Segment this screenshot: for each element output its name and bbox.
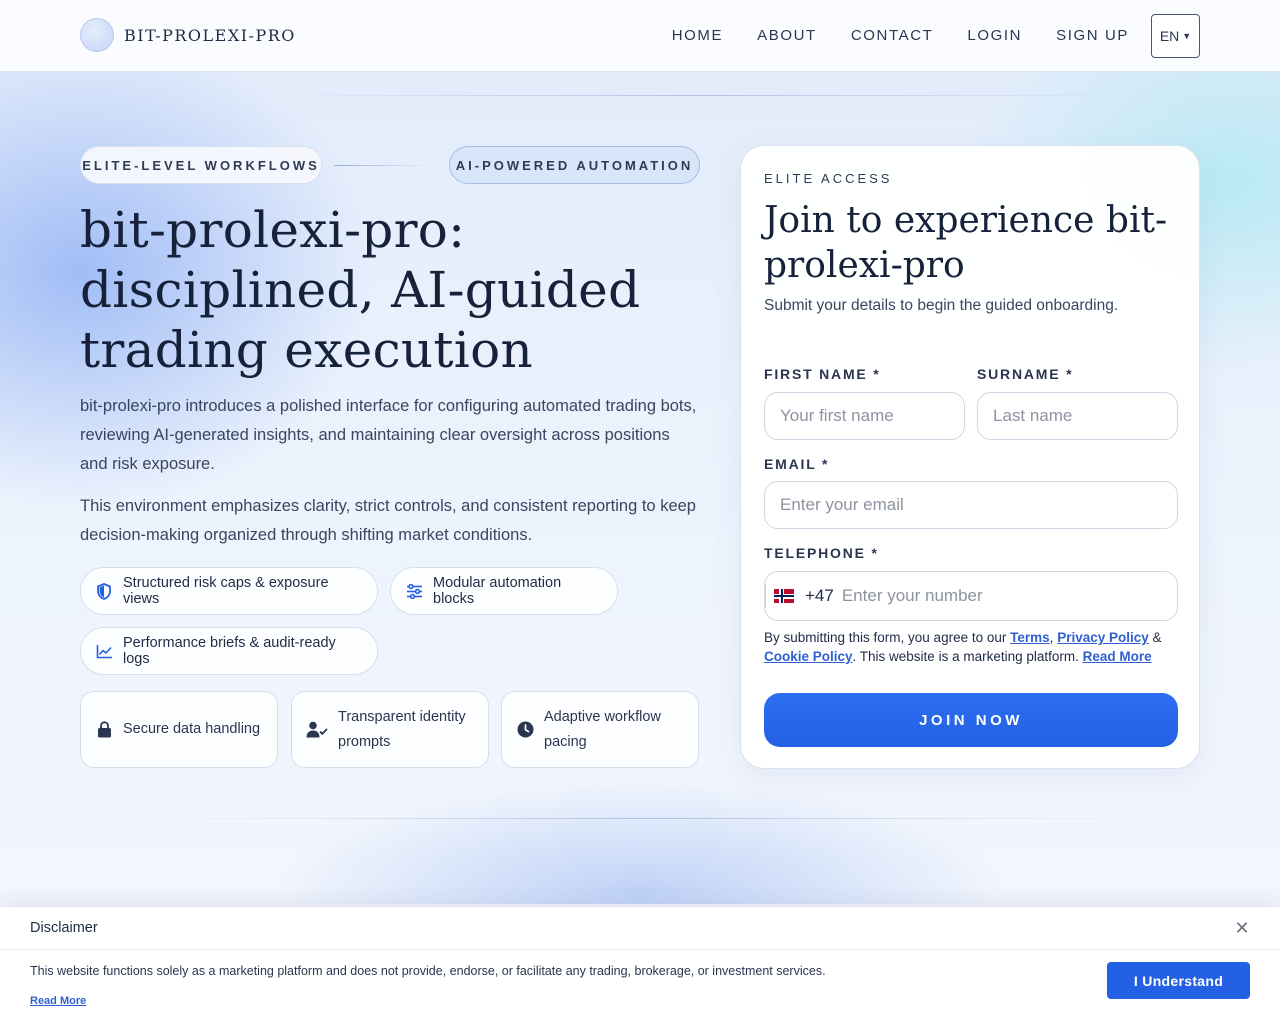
first-name-label: FIRST NAME *: [764, 366, 881, 382]
form-title: Join to experience bit-prolexi-pro: [764, 200, 1168, 286]
close-icon[interactable]: ✕: [1233, 919, 1251, 937]
site-header: BIT-PROLEXI-PRO HOME ABOUT CONTACT LOGIN…: [0, 0, 1280, 72]
main-nav: HOME ABOUT CONTACT LOGIN SIGN UP EN ▼: [672, 14, 1200, 58]
nav-home[interactable]: HOME: [672, 14, 723, 58]
disclaimer-title: Disclaimer: [30, 920, 98, 936]
lock-icon: [95, 721, 113, 739]
line-chart-icon: [95, 642, 113, 660]
telephone-field-wrapper: +47: [764, 571, 1178, 621]
nav-signup[interactable]: SIGN UP: [1056, 14, 1129, 58]
brand-name: BIT-PROLEXI-PRO: [124, 25, 296, 45]
pill-connector-line: [334, 165, 430, 166]
language-selector[interactable]: EN ▼: [1151, 14, 1200, 58]
form-eyebrow: ELITE ACCESS: [764, 171, 893, 186]
join-now-button[interactable]: JOIN NOW: [764, 693, 1178, 747]
consent-ampersand: &: [1152, 630, 1162, 645]
consent-text: By submitting this form, you agree to ou…: [764, 628, 1178, 666]
card-label: Adaptive workflow pacing: [544, 708, 661, 750]
feature-label: Structured risk caps & exposure views: [123, 575, 329, 607]
pill-ai-automation: AI-POWERED AUTOMATION: [449, 146, 700, 184]
email-field[interactable]: [764, 481, 1178, 529]
country-divider: [765, 584, 766, 608]
telephone-label: TELEPHONE *: [764, 545, 879, 561]
privacy-policy-link[interactable]: Privacy Policy: [1057, 630, 1149, 645]
feature-label: Modular automation blocks: [433, 575, 562, 607]
first-name-field[interactable]: [764, 392, 965, 440]
consent-prefix: By submitting this form, you agree to ou…: [764, 630, 1007, 645]
feature-automation-blocks: Modular automation blocks: [390, 567, 618, 615]
feature-label: Performance briefs & audit-ready logs: [123, 635, 336, 667]
disclaimer-text: This website functions solely as a marke…: [30, 964, 826, 978]
disclaimer-header: Disclaimer ✕: [0, 907, 1280, 950]
disclaimer-read-more-link[interactable]: Read More: [30, 995, 86, 1007]
decorative-divider-top: [260, 95, 1140, 96]
disclaimer-banner: Disclaimer ✕ This website functions sole…: [0, 906, 1280, 1024]
surname-label: SURNAME *: [977, 366, 1074, 382]
norway-flag-icon[interactable]: [774, 589, 794, 603]
brand[interactable]: BIT-PROLEXI-PRO: [80, 18, 296, 52]
card-label: Secure data handling: [123, 721, 261, 737]
hero-title: bit-prolexi-pro: disciplined, AI-guided …: [80, 201, 641, 379]
pill-elite-workflows: ELITE-LEVEL WORKFLOWS: [80, 146, 322, 184]
terms-link[interactable]: Terms: [1010, 630, 1050, 645]
user-check-icon: [306, 721, 328, 739]
i-understand-button[interactable]: I Understand: [1107, 962, 1250, 999]
card-workflow-pacing: Adaptive workflow pacing: [501, 691, 699, 768]
brand-logo: [80, 18, 114, 52]
nav-contact[interactable]: CONTACT: [851, 14, 934, 58]
card-identity-prompts: Transparent identity prompts: [291, 691, 489, 768]
dial-code: +47: [805, 586, 834, 605]
decorative-divider-bottom: [140, 818, 1160, 819]
email-label: EMAIL *: [764, 456, 830, 472]
hero-paragraph-1: bit-prolexi-pro introduces a polished in…: [80, 397, 697, 473]
cookie-policy-link[interactable]: Cookie Policy: [764, 649, 853, 664]
consent-comma: ,: [1049, 630, 1054, 645]
form-subtitle: Submit your details to begin the guided …: [764, 297, 1119, 314]
feature-performance-briefs: Performance briefs & audit-ready logs: [80, 627, 378, 675]
nav-about[interactable]: ABOUT: [757, 14, 817, 58]
sliders-icon: [405, 582, 423, 600]
hero-paragraph-2: This environment emphasizes clarity, str…: [80, 497, 696, 544]
signup-form-card: ELITE ACCESS Join to experience bit-prol…: [740, 145, 1200, 769]
telephone-field[interactable]: [841, 586, 1162, 606]
feature-risk-caps: Structured risk caps & exposure views: [80, 567, 378, 615]
surname-field[interactable]: [977, 392, 1178, 440]
chevron-down-icon: ▼: [1182, 31, 1192, 41]
nav-login[interactable]: LOGIN: [967, 14, 1022, 58]
read-more-link[interactable]: Read More: [1083, 649, 1152, 664]
language-code: EN: [1159, 28, 1180, 44]
consent-suffix: . This website is a marketing platform.: [852, 649, 1079, 664]
shield-icon: [95, 582, 113, 600]
card-secure-data: Secure data handling: [80, 691, 278, 768]
clock-icon: [516, 721, 534, 739]
card-label: Transparent identity prompts: [338, 708, 466, 750]
